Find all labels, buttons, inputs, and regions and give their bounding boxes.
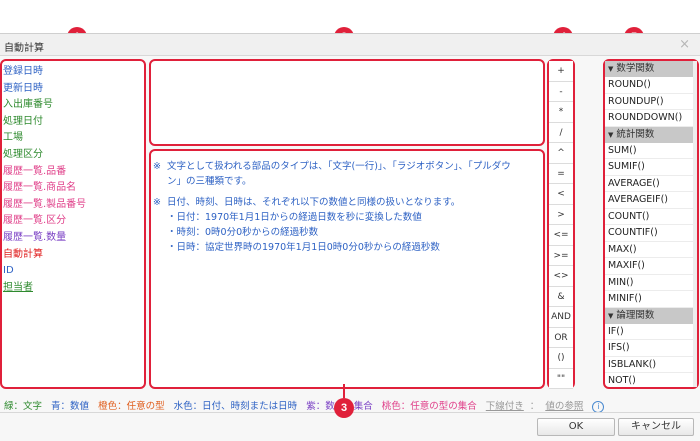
- field-item[interactable]: 履歴一覧.商品名: [3, 180, 144, 197]
- function-item[interactable]: MINIF(): [605, 291, 697, 308]
- ok-button[interactable]: OK: [537, 418, 615, 436]
- type-legend: 緑：文字 青：数値 橙色：任意の型 水色：日付、時刻または日時 紫：数値の集合 …: [4, 398, 610, 413]
- operator-button[interactable]: AND: [549, 307, 573, 328]
- function-list: ▼ 数学関数 ROUND() ROUNDUP() ROUNDDOWN() ▼ 統計関数 SUM…: [605, 61, 697, 387]
- function-item[interactable]: MIN(): [605, 275, 697, 291]
- close-icon[interactable]: ×: [679, 37, 690, 52]
- function-category-label: 論理関数: [616, 309, 655, 321]
- operator-list: + - * / ^ = < > <= >= <> & AND OR() "": [549, 61, 573, 389]
- field-item[interactable]: ID: [3, 263, 144, 280]
- operator-button[interactable]: -: [549, 81, 573, 102]
- function-item[interactable]: MAXIF(): [605, 258, 697, 275]
- panel-gap: [577, 59, 601, 389]
- field-item[interactable]: 履歴一覧.品番: [3, 164, 144, 181]
- operator-button[interactable]: &: [549, 286, 573, 307]
- field-item[interactable]: 担当者: [3, 280, 144, 297]
- cancel-button[interactable]: キャンセル: [618, 418, 694, 436]
- callout-badge-3: 3: [334, 398, 354, 418]
- field-item[interactable]: 履歴一覧.区分: [3, 213, 144, 230]
- triangle-down-icon: ▼: [608, 65, 614, 73]
- field-item[interactable]: 工場: [3, 130, 144, 147]
- function-item[interactable]: COUNTIF(): [605, 225, 697, 242]
- dialog-title: 自動計算: [4, 43, 44, 54]
- operator-button[interactable]: >=: [549, 245, 573, 266]
- function-item[interactable]: ROUNDDOWN(): [605, 110, 697, 127]
- operator-button[interactable]: <: [549, 184, 573, 205]
- triangle-down-icon: ▼: [608, 130, 614, 139]
- note-date-handling: ※ 日付、時刻、日時は、それぞれ以下の数値と同様の扱いとなります。 ・日付：197…: [153, 195, 543, 255]
- function-item[interactable]: ISBLANK(): [605, 357, 697, 373]
- operator-panel: + - * / ^ = < > <= >= <> & AND OR() "": [547, 59, 575, 389]
- legend-orange: 橙色：任意の型: [98, 401, 165, 412]
- field-item[interactable]: 履歴一覧.製品番号: [3, 197, 144, 214]
- function-item[interactable]: ROUNDUP(): [605, 94, 697, 110]
- legend-green: 緑：文字: [4, 401, 43, 412]
- function-list-scrollbar[interactable]: [693, 61, 697, 387]
- field-item[interactable]: 処理日付: [3, 114, 144, 131]
- operator-button[interactable]: *: [549, 102, 573, 123]
- function-category[interactable]: ▼ 数学関数: [605, 61, 697, 77]
- function-item[interactable]: IFS(): [605, 340, 697, 357]
- function-item[interactable]: MAX(): [605, 242, 697, 258]
- legend-underline: 下線付き: [485, 401, 524, 412]
- function-item[interactable]: SUMIF(): [605, 159, 697, 176]
- operator-button[interactable]: =: [549, 163, 573, 184]
- field-list-panel: 登録日時 更新日時 入出庫番号 処理日付 工場 処理区分 履歴一覧.品番 履歴一覧.商品名 履歴…: [0, 59, 146, 389]
- note-item-time: ・時刻：0時0分0秒からの経過秒数: [167, 227, 319, 238]
- function-category[interactable]: ▼ 論理関数: [605, 307, 697, 324]
- field-item[interactable]: 自動計算: [3, 247, 144, 264]
- field-list: 登録日時 更新日時 入出庫番号 処理日付 工場 処理区分 履歴一覧.品番 履歴一覧.商品名 履歴…: [2, 61, 144, 296]
- function-item[interactable]: SUM(): [605, 143, 697, 159]
- triangle-down-icon: ▼: [608, 311, 614, 320]
- legend-ref: 値の参照: [545, 401, 584, 412]
- note-text-types: ※ 文字として扱われる部品のタイプは、「文字(一行)」、「ラジオボタン」、「プルダ…: [153, 161, 511, 187]
- operator-button[interactable]: <>: [549, 266, 573, 287]
- function-category-label: 数学関数: [616, 63, 655, 74]
- field-item[interactable]: 履歴一覧.数量: [3, 230, 144, 247]
- info-icon[interactable]: i: [592, 400, 605, 413]
- badge-3-leader: [343, 384, 345, 398]
- operator-button[interactable]: ^: [549, 143, 573, 164]
- function-item[interactable]: IF(): [605, 324, 697, 340]
- legend-pink: 桃色：任意の型の集合: [381, 401, 477, 412]
- notes-text: ※ 文字として扱われる部品のタイプは、「文字(一行)」、「ラジオボタン」、「プルダ…: [153, 159, 543, 261]
- function-item[interactable]: COUNT(): [605, 209, 697, 225]
- note-item-date: ・日付：1970年1月1日からの経過日数を秒に変換した数値: [167, 212, 422, 223]
- legend-water: 水色：日付、時刻または日時: [173, 401, 298, 412]
- dialog-footer: OK キャンセル: [0, 412, 700, 441]
- field-item[interactable]: 処理区分: [3, 147, 144, 164]
- dialog-titlebar: 自動計算 ×: [0, 34, 700, 56]
- function-item[interactable]: ROUND(): [605, 77, 697, 94]
- formula-input[interactable]: [149, 59, 545, 146]
- function-item[interactable]: NOT(): [605, 373, 697, 387]
- field-item[interactable]: 入出庫番号: [3, 97, 144, 114]
- operator-button[interactable]: (): [549, 348, 573, 369]
- operator-button[interactable]: "": [549, 368, 573, 389]
- legend-blue: 青：数値: [51, 401, 90, 412]
- notes-panel: ※ 文字として扱われる部品のタイプは、「文字(一行)」、「ラジオボタン」、「プルダ…: [149, 149, 545, 389]
- function-panel: ▼ 数学関数 ROUND() ROUNDUP() ROUNDDOWN() ▼ 統計関数 SUM…: [603, 59, 699, 389]
- operator-button[interactable]: >: [549, 204, 573, 225]
- function-category[interactable]: ▼ 統計関数: [605, 126, 697, 143]
- operator-button[interactable]: +: [549, 61, 573, 82]
- note-item-datetime: ・日時：協定世界時の1970年1月1日0時0分0秒からの経過秒数: [167, 242, 440, 253]
- operator-button[interactable]: <=: [549, 225, 573, 246]
- operator-button[interactable]: /: [549, 122, 573, 143]
- field-item[interactable]: 更新日時: [3, 81, 144, 98]
- note-mark: ※: [153, 161, 161, 172]
- field-item[interactable]: 登録日時: [3, 64, 144, 81]
- auto-calc-dialog: 自動計算 × 登録日時 更新日時 入出庫番号 処理日付 工場 処理区分 履歴一覧.品番 履歴一…: [0, 33, 700, 441]
- note-mark: ※: [153, 197, 161, 208]
- legend-separator: ：: [529, 401, 540, 412]
- function-item[interactable]: AVERAGEIF(): [605, 192, 697, 209]
- function-category-label: 統計関数: [616, 128, 655, 140]
- operator-button[interactable]: OR: [549, 327, 573, 348]
- function-item[interactable]: AVERAGE(): [605, 176, 697, 192]
